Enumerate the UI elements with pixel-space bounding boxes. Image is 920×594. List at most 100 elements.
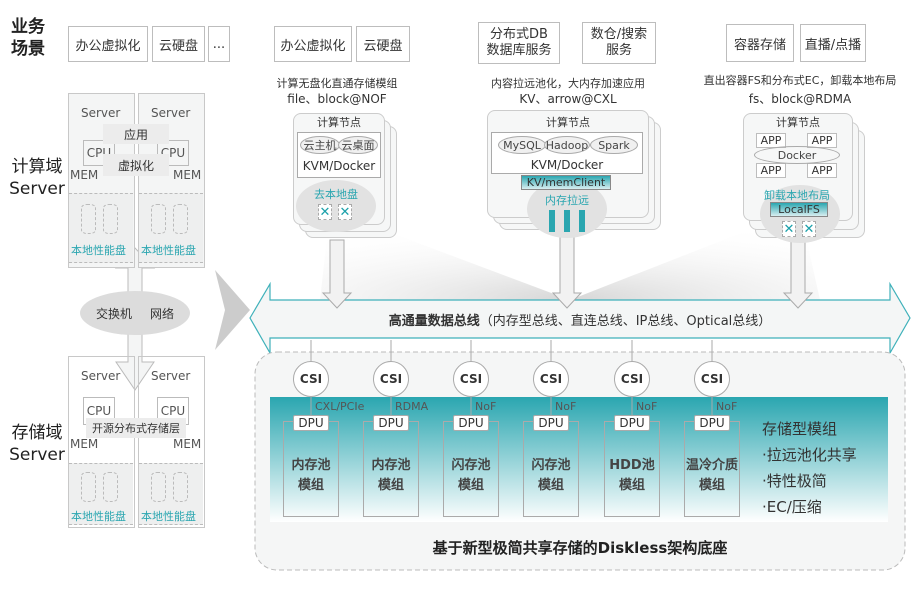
dpu-chip: DPU bbox=[373, 415, 409, 431]
local-disk-label: 本地性能盘 bbox=[141, 244, 196, 257]
virtualization-layer: 虚拟化 bbox=[103, 154, 169, 176]
feature-item: ·特性极简 bbox=[762, 472, 827, 490]
storage-server-1: Server CPU MEM 本地性能盘 bbox=[68, 356, 135, 528]
node-runtime-box: 云主机 云桌面 KVM/Docker bbox=[297, 132, 381, 178]
disk-icon bbox=[151, 472, 166, 502]
scenario-cloud-disk-2[interactable]: 云硬盘 bbox=[356, 26, 410, 62]
compute-server-1: Server CPU MEM 本地性能盘 bbox=[68, 93, 135, 268]
app-hadoop: Hadoop bbox=[544, 136, 590, 154]
node1-desc: 计算无盘化直通存储模组 bbox=[276, 77, 398, 90]
mem-label: MEM bbox=[173, 168, 202, 182]
node2-desc: 内容拉远池化，大内存加速应用 bbox=[491, 77, 645, 90]
scenario-container-storage[interactable]: 容器存储 bbox=[726, 24, 794, 62]
scenario-more[interactable]: ... bbox=[208, 26, 230, 62]
disk-icon bbox=[81, 204, 96, 234]
dpu-chip: DPU bbox=[614, 415, 650, 431]
dpu-chip: DPU bbox=[453, 415, 489, 431]
storage-module[interactable]: 温冷介质 模组 bbox=[684, 421, 740, 517]
memory-bar-icon bbox=[564, 210, 570, 232]
localfs-box: LocalFS bbox=[770, 202, 828, 217]
scenario-office-virtualization[interactable]: 办公虚拟化 bbox=[68, 26, 148, 62]
storage-module[interactable]: 闪存池 模组 bbox=[523, 421, 579, 517]
memory-bar-icon bbox=[549, 210, 555, 232]
no-local-disk-label: 去本地盘 bbox=[314, 188, 358, 201]
dpu-chip: DPU bbox=[293, 415, 329, 431]
network-label: 网络 bbox=[150, 306, 175, 321]
feature-item: ·EC/压缩 bbox=[762, 498, 822, 516]
docker-runtime: Docker bbox=[754, 146, 840, 164]
removed-disk-icon: ✕ bbox=[782, 221, 796, 237]
app-box: APP bbox=[756, 163, 786, 178]
disk-icon bbox=[103, 204, 118, 234]
module-protocol: NoF bbox=[636, 400, 658, 413]
memory-remote-label: 内存拉远 bbox=[545, 194, 589, 207]
feature-item: ·拉远池化共享 bbox=[762, 446, 857, 464]
data-bus-label: 高通量数据总线 （内存型总线、直连总线、IP总线、Optical总线） bbox=[270, 309, 890, 329]
removed-disk-icon: ✕ bbox=[338, 204, 352, 220]
scenario-live-vod[interactable]: 直播/点播 bbox=[800, 24, 866, 62]
scenario-distributed-db[interactable]: 分布式DB 数据库服务 bbox=[478, 22, 560, 64]
local-disk-label: 本地性能盘 bbox=[71, 510, 126, 523]
csi-node: CSI bbox=[533, 361, 569, 397]
app-box: APP bbox=[807, 163, 837, 178]
node3-desc: 直出容器FS和分布式EC，卸载本地布局 bbox=[703, 74, 897, 87]
module-protocol: NoF bbox=[475, 400, 497, 413]
node-runtime-box: MySQL Hadoop Spark KVM/Docker bbox=[491, 132, 643, 174]
server-label: Server bbox=[151, 106, 191, 120]
module-features: 存储型模组 ·拉远池化共享 ·特性极简 ·EC/压缩 bbox=[762, 416, 857, 520]
local-disk-area: 本地性能盘 bbox=[69, 193, 133, 263]
csi-node: CSI bbox=[694, 361, 730, 397]
scenario-data-warehouse[interactable]: 数仓/搜索 服务 bbox=[582, 22, 656, 64]
local-disk-area: 本地性能盘 bbox=[139, 463, 203, 525]
server-label: Server bbox=[81, 369, 121, 383]
app-layer: 应用 bbox=[103, 124, 169, 144]
local-disk-label: 本地性能盘 bbox=[71, 244, 126, 257]
offload-layout-label: 卸载本地布局 bbox=[764, 189, 830, 202]
open-source-storage-layer: 开源分布式存储层 bbox=[86, 418, 186, 438]
node-title: 计算节点 bbox=[317, 116, 361, 129]
node-title: 计算节点 bbox=[546, 116, 590, 129]
disk-icon bbox=[81, 472, 96, 502]
app-cloud-desktop: 云桌面 bbox=[338, 136, 378, 154]
node3-protocol: fs、block@RDMA bbox=[748, 92, 852, 106]
module-protocol: CXL/PCIe bbox=[315, 400, 365, 413]
compute-domain-label: 计算域 Server bbox=[9, 157, 65, 199]
scenario-label: 业务 场景 bbox=[11, 17, 45, 59]
removed-disk-icon: ✕ bbox=[802, 221, 816, 237]
local-disk-label: 本地性能盘 bbox=[141, 510, 196, 523]
module-protocol: NoF bbox=[716, 400, 738, 413]
disk-icon bbox=[151, 204, 166, 234]
mem-label: MEM bbox=[70, 168, 99, 182]
bus-detail: （内存型总线、直连总线、IP总线、Optical总线） bbox=[479, 313, 772, 329]
module-protocol: NoF bbox=[555, 400, 577, 413]
csi-node: CSI bbox=[453, 361, 489, 397]
node2-protocol: KV、arrow@CXL bbox=[519, 92, 617, 106]
storage-module[interactable]: 闪存池 模组 bbox=[443, 421, 499, 517]
disk-icon bbox=[173, 472, 188, 502]
scenario-office-virtualization-2[interactable]: 办公虚拟化 bbox=[274, 26, 352, 62]
server-label: Server bbox=[81, 106, 121, 120]
scenario-cloud-disk[interactable]: 云硬盘 bbox=[152, 26, 205, 62]
dpu-chip: DPU bbox=[533, 415, 569, 431]
base-caption: 基于新型极简共享存储的Diskless架构底座 bbox=[432, 538, 728, 557]
network-switch: 交换机 网络 bbox=[80, 291, 190, 335]
storage-module[interactable]: HDD池 模组 bbox=[604, 421, 660, 517]
node1-bottom-ellipse: 去本地盘 ✕ ✕ bbox=[296, 180, 376, 232]
storage-server-2: Server CPU MEM 本地性能盘 bbox=[138, 356, 205, 528]
disk-icon bbox=[103, 472, 118, 502]
csi-node: CSI bbox=[614, 361, 650, 397]
switch-label: 交换机 bbox=[95, 306, 132, 321]
kv-memclient: KV/memClient bbox=[521, 175, 611, 190]
node3-bottom-ellipse: 卸载本地布局 LocalFS ✕ ✕ bbox=[760, 185, 840, 243]
mem-label: MEM bbox=[173, 437, 202, 451]
dpu-chip: DPU bbox=[694, 415, 730, 431]
csi-node: CSI bbox=[373, 361, 409, 397]
csi-node: CSI bbox=[293, 361, 329, 397]
app-spark: Spark bbox=[590, 136, 638, 154]
down-arrow-2 bbox=[551, 234, 583, 309]
removed-disk-icon: ✕ bbox=[318, 204, 332, 220]
app-cloud-host: 云主机 bbox=[300, 136, 340, 154]
bus-title: 高通量数据总线 bbox=[388, 313, 480, 329]
storage-module[interactable]: 内存池 模组 bbox=[283, 421, 339, 517]
storage-module[interactable]: 内存池 模组 bbox=[363, 421, 419, 517]
